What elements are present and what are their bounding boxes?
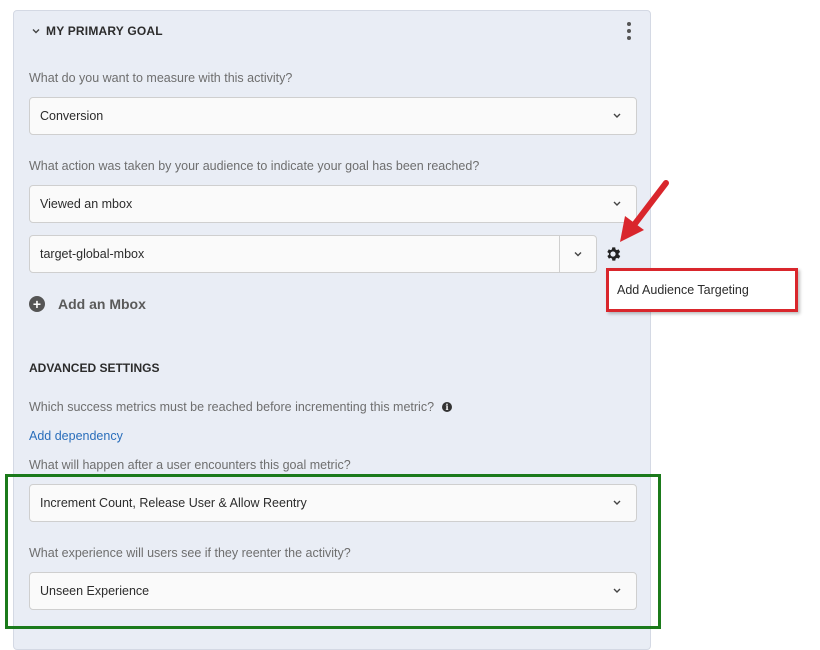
mbox-dropdown-button[interactable] xyxy=(559,236,596,272)
action-select[interactable]: Viewed an mbox xyxy=(29,185,637,223)
add-audience-targeting-menu-item[interactable]: Add Audience Targeting xyxy=(606,268,798,312)
advanced-settings-title: ADVANCED SETTINGS xyxy=(29,361,160,375)
collapse-chevron-icon[interactable] xyxy=(31,26,41,36)
mbox-input-value[interactable]: target-global-mbox xyxy=(40,247,144,261)
chevron-down-icon xyxy=(574,252,582,257)
plus-circle-icon: + xyxy=(29,296,45,312)
add-mbox-label: Add an Mbox xyxy=(58,296,146,312)
measure-select[interactable]: Conversion xyxy=(29,97,637,135)
dependency-question-row: Which success metrics must be reached be… xyxy=(29,400,453,414)
chevron-down-icon xyxy=(613,113,621,118)
action-question: What action was taken by your audience t… xyxy=(29,159,480,173)
action-select-value: Viewed an mbox xyxy=(40,197,133,211)
popup-label: Add Audience Targeting xyxy=(617,283,749,297)
measure-question: What do you want to measure with this ac… xyxy=(29,71,293,85)
measure-select-value: Conversion xyxy=(40,109,104,123)
add-mbox-button[interactable]: + Add an Mbox xyxy=(29,296,146,312)
info-icon[interactable]: i xyxy=(442,402,453,412)
add-dependency-link[interactable]: Add dependency xyxy=(29,429,123,443)
dependency-question: Which success metrics must be reached be… xyxy=(29,400,435,414)
annotation-arrow-icon xyxy=(620,180,669,242)
annotation-highlight-box xyxy=(5,474,661,629)
goal-header[interactable]: MY PRIMARY GOAL xyxy=(31,24,163,38)
more-options-icon[interactable] xyxy=(622,22,636,40)
mbox-combobox[interactable]: target-global-mbox xyxy=(29,235,597,273)
encounter-question: What will happen after a user encounters… xyxy=(29,458,351,472)
goal-title: MY PRIMARY GOAL xyxy=(46,24,163,38)
